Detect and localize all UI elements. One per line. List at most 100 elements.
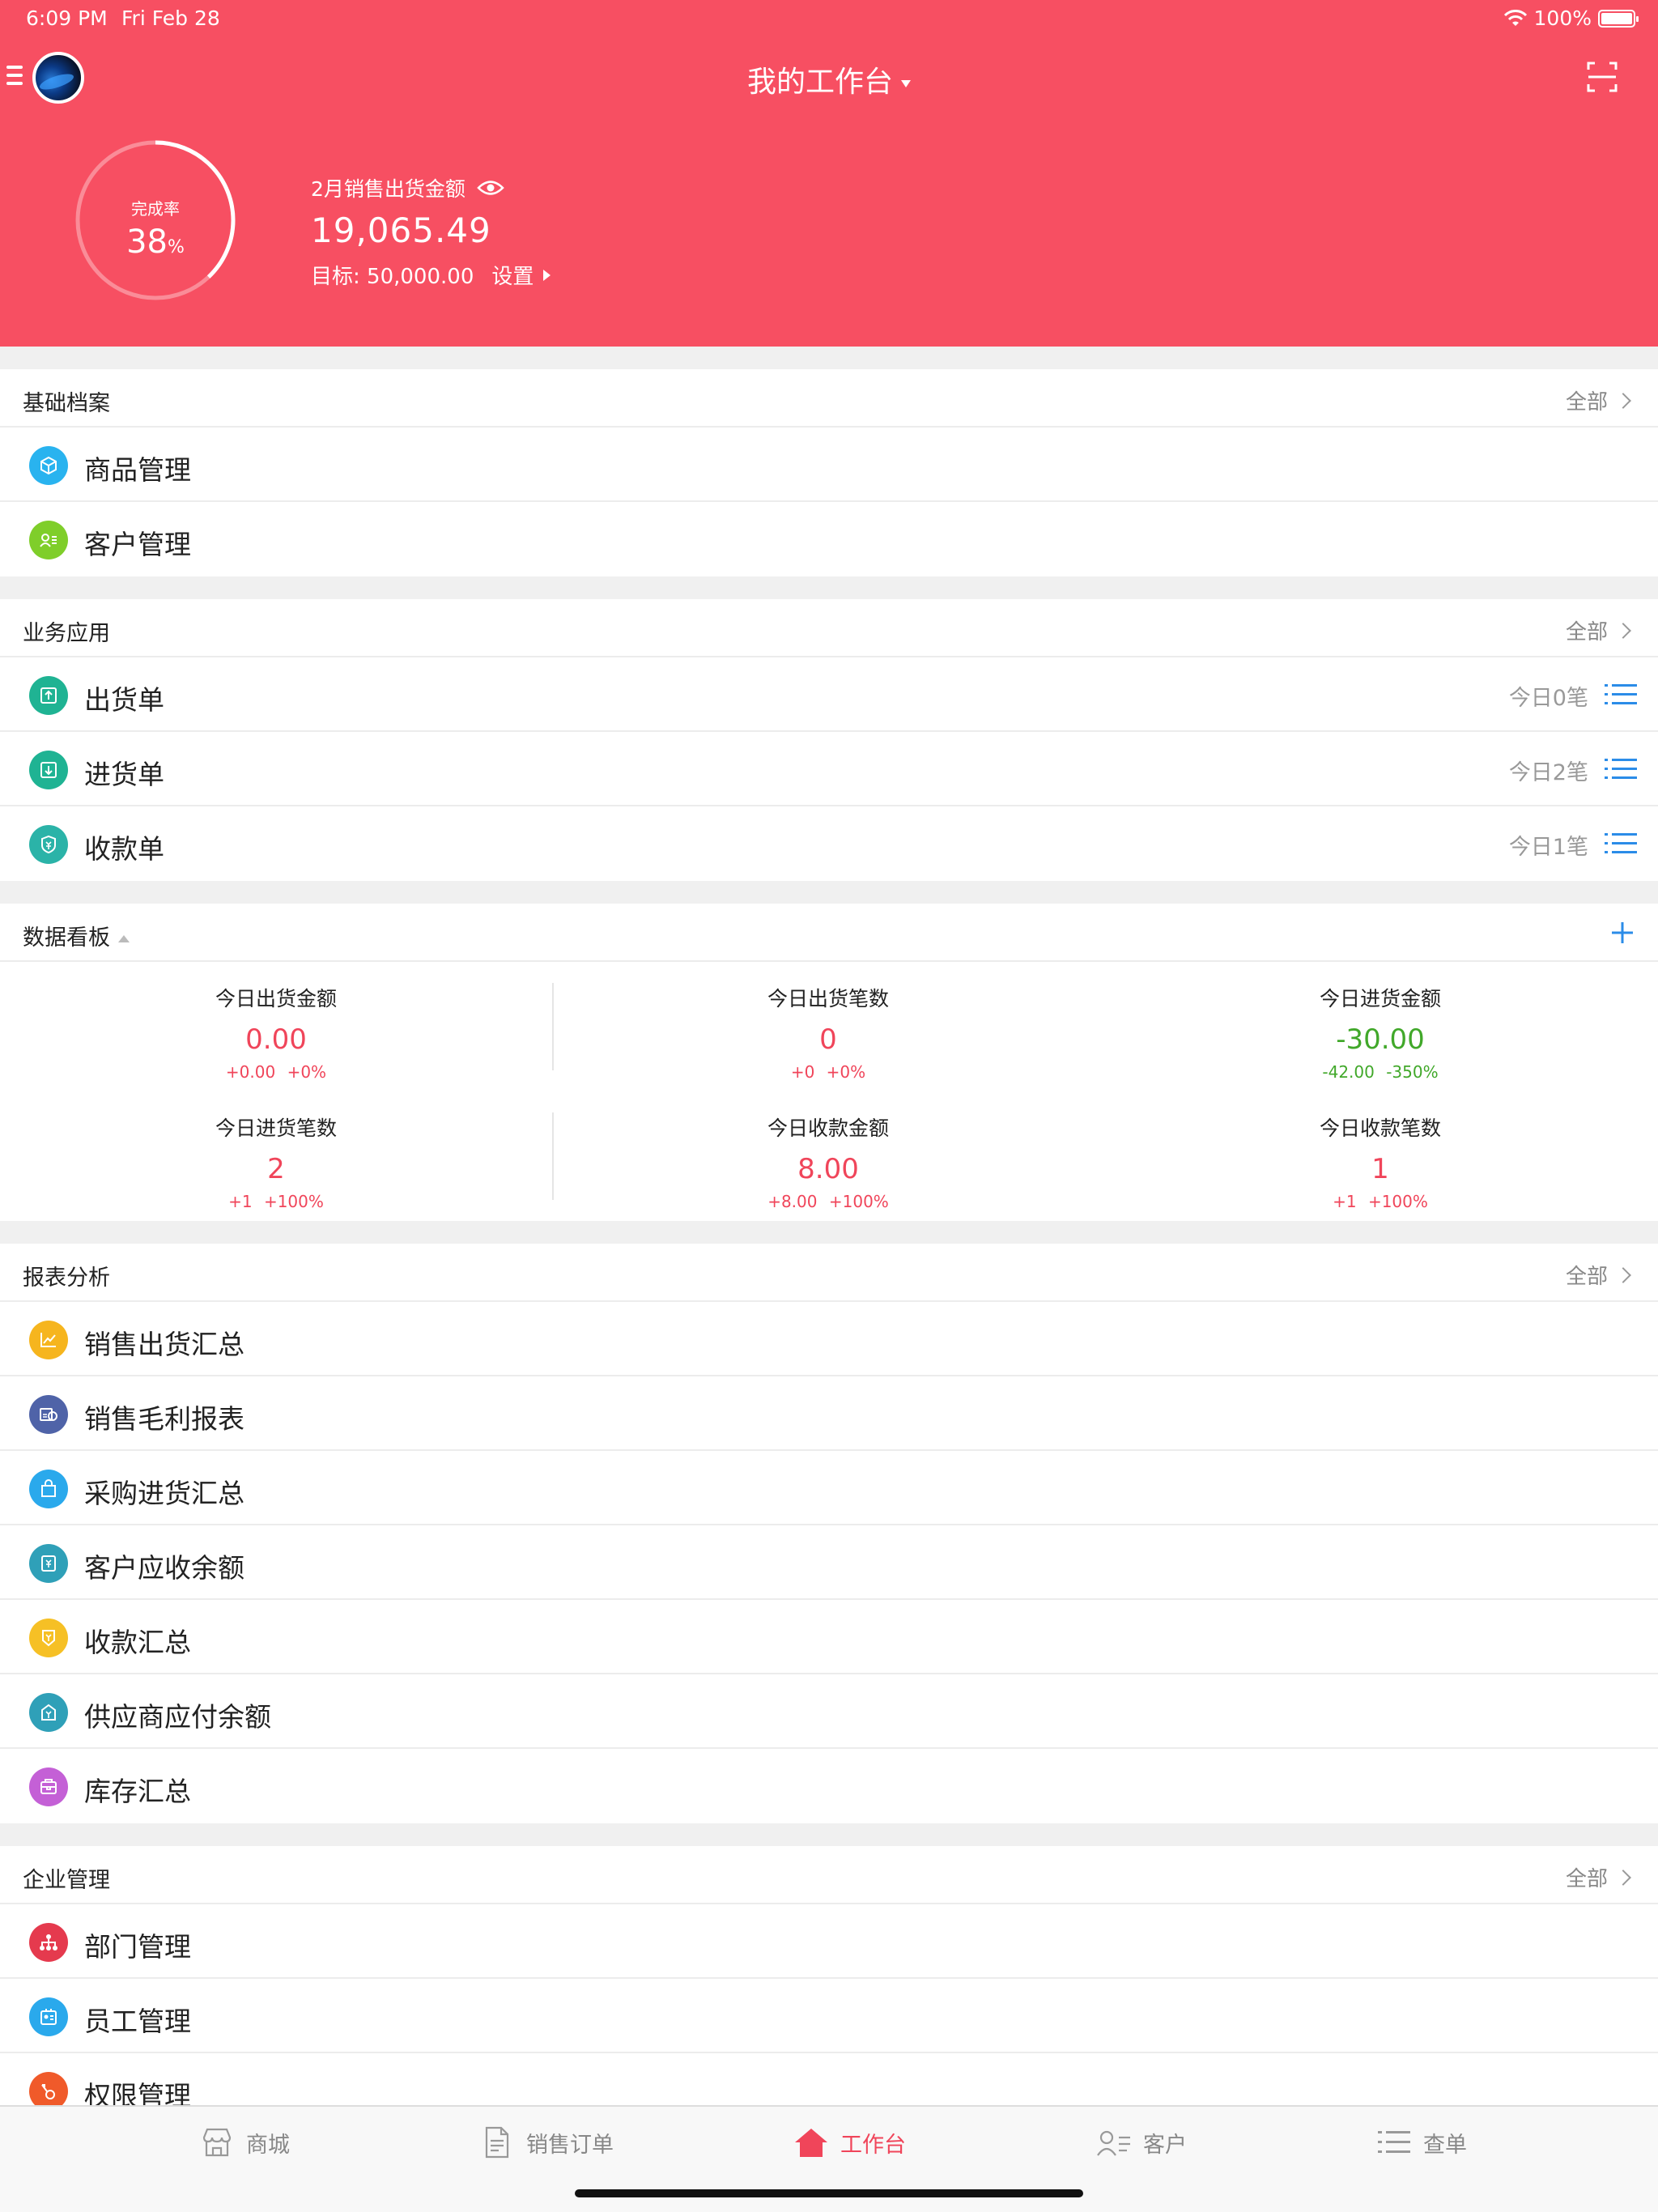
- caret-right-icon: [543, 269, 551, 281]
- list-icon[interactable]: [1605, 682, 1637, 708]
- section-title: 企业管理: [23, 1868, 110, 1893]
- tab-label: 查单: [1423, 2132, 1467, 2158]
- workspace-title[interactable]: 我的工作台: [0, 58, 1658, 100]
- section-business: 业务应用 全部 出货单 今日0笔 进货单 今日2笔 收款单 今日1笔: [0, 599, 1658, 881]
- section-basic: 基础档案 全部 商品管理 客户管理: [0, 369, 1658, 576]
- tab-store[interactable]: 商城: [199, 2126, 290, 2159]
- dashboard-title[interactable]: 数据看板: [23, 920, 130, 951]
- item-label: 收款汇总: [84, 1627, 191, 1658]
- item-label: 销售毛利报表: [84, 1403, 244, 1435]
- cube-icon: [29, 446, 68, 485]
- sales-stats: 2月销售出货金额 19,065.49 目标: 50,000.00 设置: [311, 173, 551, 290]
- delta-value: +0.00: [225, 1062, 276, 1082]
- settings-label: 设置: [491, 265, 534, 289]
- delta-value: +8.00: [767, 1192, 818, 1211]
- list-icon[interactable]: [1605, 831, 1637, 857]
- view-all-link[interactable]: 全部: [1566, 1862, 1631, 1892]
- inbound-icon: [29, 751, 68, 789]
- shopping-bag-icon: [29, 1470, 68, 1508]
- list-item-departments[interactable]: 部门管理: [0, 1904, 1658, 1979]
- section-title: 数据看板: [23, 925, 110, 951]
- list-item-purchase-summary[interactable]: 采购进货汇总: [0, 1451, 1658, 1525]
- employee-badge-icon: [29, 1997, 68, 2036]
- payable-icon: [29, 1693, 68, 1732]
- collapse-caret-icon: [118, 935, 130, 942]
- metric-cell[interactable]: 今日出货笔数 0 +0 +0%: [552, 983, 1104, 1082]
- battery-percent: 100%: [1533, 6, 1592, 30]
- home-indicator[interactable]: [575, 2189, 1083, 2197]
- item-label: 客户管理: [84, 529, 191, 560]
- list-item-receivable[interactable]: 客户应收余额: [0, 1525, 1658, 1600]
- list-item-permissions[interactable]: 权限管理: [0, 2053, 1658, 2105]
- list-item-outbound[interactable]: 出货单 今日0笔: [0, 657, 1658, 732]
- eye-icon[interactable]: [477, 179, 504, 197]
- metric-cell[interactable]: 今日收款金额 8.00 +8.00 +100%: [552, 1112, 1104, 1211]
- list-icon: [1378, 2131, 1410, 2153]
- item-label: 客户应收余额: [84, 1552, 244, 1584]
- section-enterprise: 企业管理 全部 部门管理 员工管理 权限管理: [0, 1846, 1658, 2105]
- status-right: 100%: [1503, 6, 1639, 30]
- status-bar: 6:09 PM Fri Feb 28 100%: [0, 0, 1658, 37]
- item-label: 供应商应付余额: [84, 1701, 271, 1733]
- tab-workspace[interactable]: 工作台: [793, 2126, 906, 2159]
- status-time: 6:09 PM: [26, 6, 108, 30]
- list-item-inventory[interactable]: 库存汇总: [0, 1749, 1658, 1823]
- caret-down-icon: [901, 79, 911, 87]
- dashboard-grid: 今日出货金额 0.00 +0.00 +0% 今日出货笔数 0 +0 +0% 今日进货金额…: [0, 962, 1658, 1221]
- metric-cell[interactable]: 今日进货金额 -30.00 -42.00 -350%: [1104, 983, 1656, 1082]
- list-item-payable[interactable]: 供应商应付余额: [0, 1674, 1658, 1749]
- target-label: 目标:: [311, 265, 360, 289]
- metric-delta: +0 +0%: [552, 1062, 1104, 1082]
- scan-icon[interactable]: [1587, 62, 1618, 92]
- customer-card-icon: [29, 521, 68, 559]
- view-all-link[interactable]: 全部: [1566, 385, 1631, 415]
- list-item-customers[interactable]: 客户管理: [0, 502, 1658, 576]
- profit-report-icon: [29, 1395, 68, 1434]
- delta-value: +1: [1333, 1192, 1357, 1211]
- view-all-link[interactable]: 全部: [1566, 615, 1631, 645]
- metric-cell[interactable]: 今日收款笔数 1 +1 +100%: [1104, 1112, 1656, 1211]
- item-label: 进货单: [84, 759, 164, 790]
- list-item-inbound[interactable]: 进货单 今日2笔: [0, 732, 1658, 806]
- tab-lookup[interactable]: 查单: [1376, 2126, 1467, 2159]
- tab-sales-orders[interactable]: 销售订单: [479, 2126, 614, 2159]
- item-label: 权限管理: [84, 2080, 191, 2105]
- tab-customers[interactable]: 客户: [1096, 2126, 1187, 2159]
- list-item-gross-profit[interactable]: 销售毛利报表: [0, 1376, 1658, 1451]
- chevron-right-icon: [1615, 1266, 1631, 1283]
- list-icon[interactable]: [1605, 756, 1637, 782]
- list-item-receipt[interactable]: 收款单 今日1笔: [0, 806, 1658, 881]
- add-icon[interactable]: [1609, 920, 1635, 946]
- delta-value: +1: [228, 1192, 253, 1211]
- battery-icon: [1598, 9, 1639, 28]
- tab-label: 工作台: [840, 2132, 906, 2158]
- view-all-label: 全部: [1565, 1265, 1608, 1289]
- list-item-sales-summary[interactable]: 销售出货汇总: [0, 1302, 1658, 1376]
- list-item-products[interactable]: 商品管理: [0, 428, 1658, 502]
- section-title: 基础档案: [23, 391, 110, 416]
- metric-value: 2: [267, 1153, 285, 1185]
- item-label: 库存汇总: [84, 1776, 191, 1807]
- home-icon: [795, 2129, 827, 2157]
- tab-label: 销售订单: [526, 2132, 614, 2158]
- org-chart-icon: [29, 1923, 68, 1962]
- page-title: 我的工作台: [746, 66, 893, 99]
- today-count: 今日1笔: [1508, 835, 1588, 860]
- metric-label: 今日进货金额: [1319, 987, 1441, 1010]
- metric-cell[interactable]: 今日进货笔数 2 +1 +100%: [0, 1112, 552, 1211]
- app-root: 6:09 PM Fri Feb 28 100% 我的工作台 完成率 38% 2月…: [0, 0, 1658, 2212]
- delta-percent: +100%: [263, 1192, 324, 1211]
- settings-link[interactable]: 设置: [491, 260, 551, 290]
- metric-delta: +1 +100%: [0, 1192, 552, 1211]
- view-all-link[interactable]: 全部: [1565, 1260, 1631, 1290]
- delta-percent: +0%: [287, 1062, 327, 1082]
- list-item-collection-summary[interactable]: 收款汇总: [0, 1600, 1658, 1674]
- status-date: Fri Feb 28: [121, 6, 220, 30]
- tab-label: 客户: [1143, 2132, 1187, 2158]
- metric-cell[interactable]: 今日出货金额 0.00 +0.00 +0%: [0, 983, 552, 1082]
- chevron-right-icon: [1615, 1869, 1631, 1886]
- completion-text: 完成率 38%: [73, 138, 238, 303]
- list-item-employees[interactable]: 员工管理: [0, 1979, 1658, 2053]
- completion-number: 38: [126, 223, 168, 261]
- today-count: 今日0笔: [1508, 686, 1588, 711]
